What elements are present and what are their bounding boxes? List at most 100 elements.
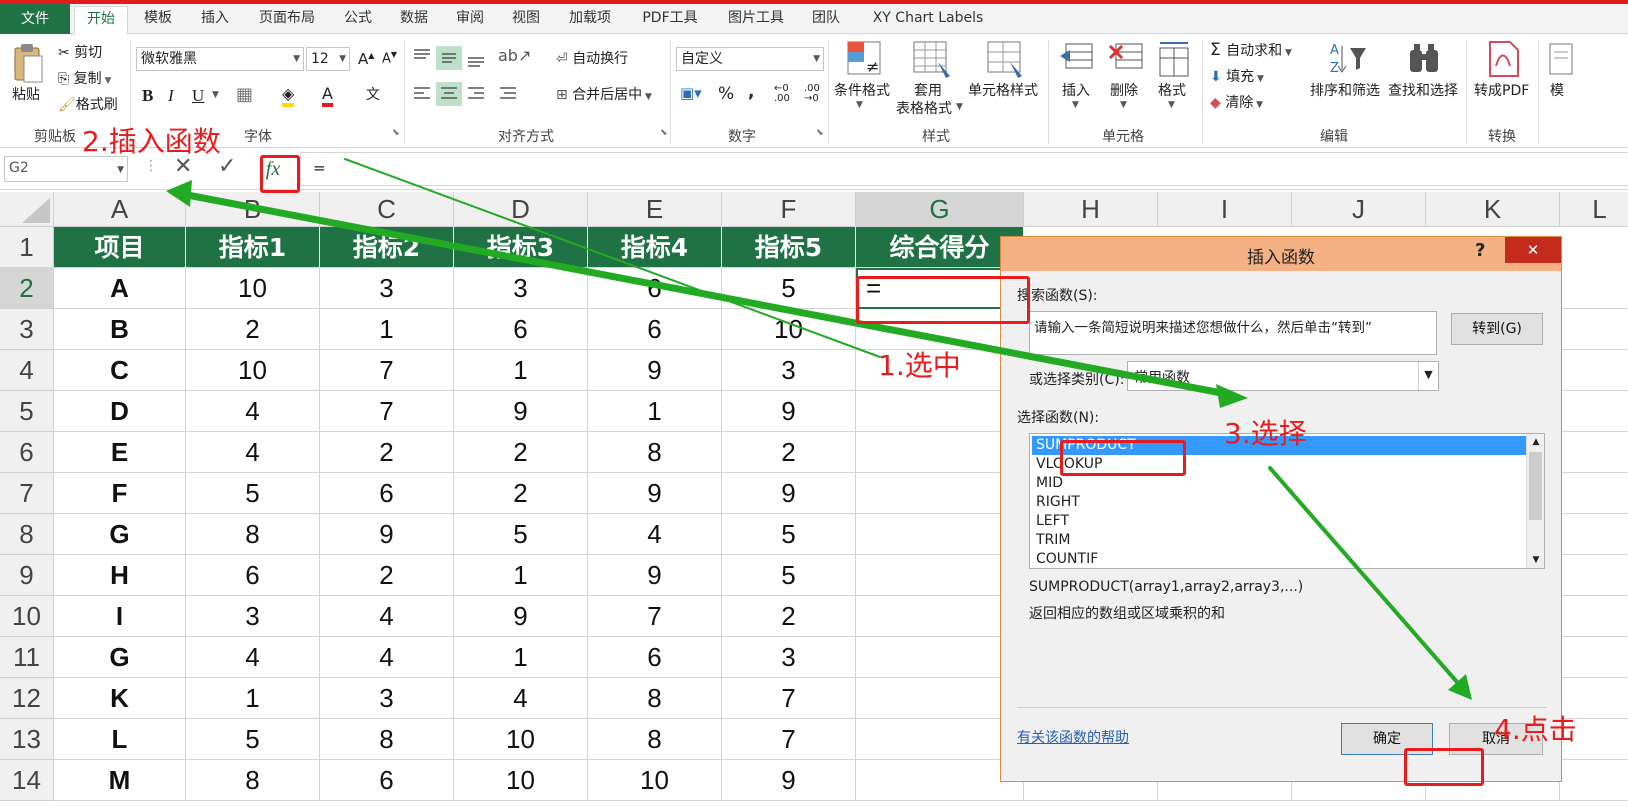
value-cell[interactable]: 1 (186, 678, 320, 719)
value-cell[interactable]: 7 (722, 719, 856, 760)
row-header[interactable]: 11 (0, 637, 54, 678)
tab-template[interactable]: 模板 (132, 6, 184, 32)
value-cell[interactable]: 9 (722, 760, 856, 801)
value-cell[interactable]: 10 (588, 760, 722, 801)
scroll-up-icon[interactable]: ▲ (1527, 434, 1544, 450)
select-all-corner[interactable] (0, 192, 54, 227)
value-cell[interactable]: 6 (588, 309, 722, 350)
header-cell[interactable]: 指标1 (186, 227, 320, 268)
value-cell[interactable]: 5 (454, 514, 588, 555)
scroll-down-icon[interactable]: ▼ (1527, 552, 1544, 568)
conditional-format-icon[interactable]: ≠ (846, 40, 884, 80)
percent-button[interactable]: % (718, 84, 734, 104)
value-cell[interactable]: 9 (722, 473, 856, 514)
empty-cell[interactable] (1560, 760, 1628, 801)
value-cell[interactable]: 2 (320, 555, 454, 596)
value-cell[interactable]: 7 (320, 391, 454, 432)
tab-insert[interactable]: 插入 (190, 6, 240, 32)
row-header[interactable]: 8 (0, 514, 54, 555)
value-cell[interactable]: 10 (186, 350, 320, 391)
item-cell[interactable]: I (54, 596, 186, 637)
row-header[interactable]: 10 (0, 596, 54, 637)
function-list-item[interactable]: LEFT (1032, 512, 1526, 531)
value-cell[interactable]: 4 (320, 637, 454, 678)
font-size-dropdown[interactable]: 12 ▼ (306, 47, 350, 71)
dialog-launcher-icon[interactable]: ⬊ (660, 128, 668, 138)
value-cell[interactable]: 6 (320, 473, 454, 514)
value-cell[interactable]: 10 (454, 760, 588, 801)
score-cell[interactable] (856, 555, 1024, 596)
empty-cell[interactable] (1560, 514, 1628, 555)
column-header-e[interactable]: E (588, 192, 722, 227)
cut-button[interactable]: ✂ 剪切 (58, 42, 102, 62)
item-cell[interactable]: C (54, 350, 186, 391)
horizontal-align-icons[interactable] (410, 82, 540, 108)
row-header[interactable]: 14 (0, 760, 54, 801)
value-cell[interactable]: 3 (186, 596, 320, 637)
row-header[interactable]: 9 (0, 555, 54, 596)
increase-decimal-icon[interactable]: ←0.00 (774, 84, 790, 104)
row-header[interactable]: 6 (0, 432, 54, 473)
item-cell[interactable]: L (54, 719, 186, 760)
row-header[interactable]: 4 (0, 350, 54, 391)
sort-filter-button[interactable]: 排序和筛选 (1310, 80, 1380, 100)
value-cell[interactable]: 6 (320, 760, 454, 801)
scrollbar-thumb[interactable] (1529, 452, 1542, 520)
function-list-item[interactable]: RIGHT (1032, 493, 1526, 512)
row-header[interactable]: 5 (0, 391, 54, 432)
value-cell[interactable]: 1 (454, 555, 588, 596)
bold-button[interactable]: B (142, 86, 153, 106)
chevron-down-icon[interactable]: ▼ (212, 90, 219, 100)
drag-handle-icon[interactable]: ⋮ (144, 158, 158, 174)
tab-formulas[interactable]: 公式 (334, 6, 382, 32)
delete-cells-button[interactable]: 删除 (1110, 80, 1138, 100)
column-header-f[interactable]: F (722, 192, 856, 227)
grow-font-icon[interactable]: A▲ (358, 50, 374, 68)
tab-pdf-tools[interactable]: PDF工具 (630, 6, 710, 32)
value-cell[interactable]: 2 (722, 432, 856, 473)
column-header-c[interactable]: C (320, 192, 454, 227)
score-cell[interactable] (856, 391, 1024, 432)
value-cell[interactable]: 4 (454, 678, 588, 719)
item-cell[interactable]: G (54, 514, 186, 555)
clear-button[interactable]: ◆ 清除 ▼ (1210, 92, 1263, 112)
conditional-format-button[interactable]: 条件格式 (834, 80, 890, 100)
function-list-item[interactable]: TRIM (1032, 531, 1526, 550)
cell-styles-button[interactable]: 单元格样式 (968, 80, 1038, 100)
tab-review[interactable]: 审阅 (446, 6, 494, 32)
value-cell[interactable]: 4 (588, 514, 722, 555)
tab-image-tools[interactable]: 图片工具 (718, 6, 794, 32)
currency-icon[interactable]: ▣▾ (680, 84, 702, 102)
score-cell[interactable] (856, 473, 1024, 514)
goto-button[interactable]: 转到(G) (1451, 313, 1543, 345)
value-cell[interactable]: 3 (320, 678, 454, 719)
value-cell[interactable]: 1 (454, 350, 588, 391)
value-cell[interactable]: 2 (454, 473, 588, 514)
format-cells-button[interactable]: 格式 (1158, 80, 1186, 100)
category-select[interactable]: 常用函数 ▼ (1127, 361, 1439, 391)
value-cell[interactable]: 1 (588, 391, 722, 432)
value-cell[interactable]: 8 (588, 432, 722, 473)
find-select-button[interactable]: 查找和选择 (1388, 80, 1458, 100)
italic-button[interactable]: I (168, 86, 174, 106)
insert-cells-button[interactable]: 插入 (1062, 80, 1090, 100)
value-cell[interactable]: 4 (186, 432, 320, 473)
border-icon[interactable]: ▦ (236, 84, 253, 105)
item-cell[interactable]: F (54, 473, 186, 514)
function-list-item[interactable]: COUNTIF (1032, 550, 1526, 568)
merge-center-button[interactable]: ⊞ 合并后居中 ▼ (556, 84, 652, 104)
column-header-j[interactable]: J (1292, 192, 1426, 227)
value-cell[interactable]: 3 (722, 350, 856, 391)
value-cell[interactable]: 5 (186, 473, 320, 514)
item-cell[interactable]: E (54, 432, 186, 473)
tab-team[interactable]: 团队 (802, 6, 850, 32)
cell-styles-icon[interactable] (986, 40, 1026, 80)
item-cell[interactable]: D (54, 391, 186, 432)
paste-button[interactable]: 粘贴 (12, 84, 40, 104)
dialog-launcher-icon[interactable]: ⬊ (816, 128, 824, 138)
row-header[interactable]: 7 (0, 473, 54, 514)
formula-input[interactable]: = (300, 152, 1628, 186)
vertical-align-icons[interactable] (410, 44, 494, 72)
tab-home[interactable]: 开始 (74, 6, 128, 35)
format-as-table-line2[interactable]: 表格格式 (896, 98, 952, 118)
